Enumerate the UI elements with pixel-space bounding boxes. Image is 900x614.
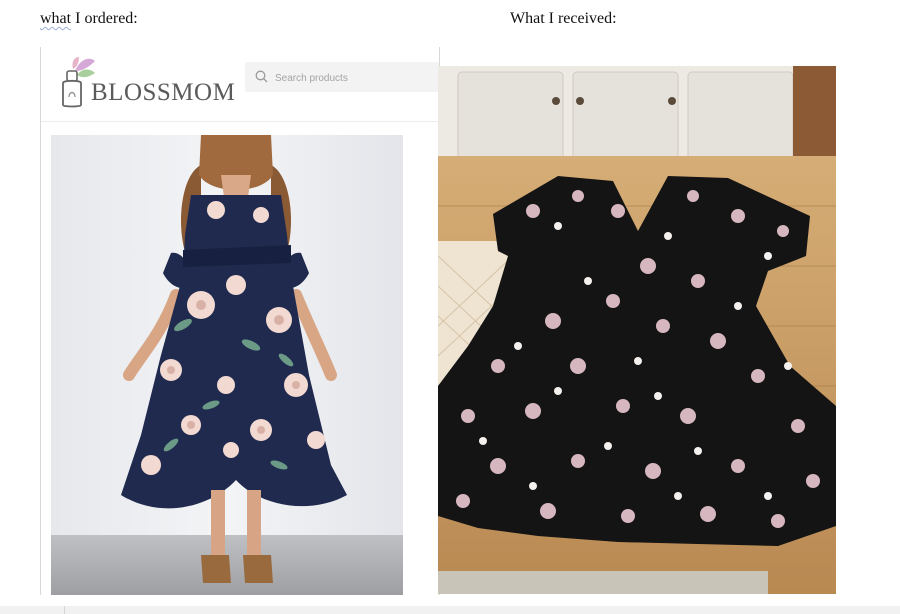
received-caption: What I received: [510, 10, 617, 27]
ordered-dress-photo [51, 135, 403, 595]
shop-screenshot: BLOSSMOM [40, 47, 440, 595]
window-bottom-divider [64, 606, 65, 614]
search-box[interactable] [245, 62, 439, 92]
search-icon [255, 70, 268, 83]
ordered-caption-word: what [40, 10, 72, 27]
ordered-caption-rest: I ordered: [71, 10, 138, 27]
window-bottom-strip [0, 606, 900, 614]
search-input[interactable] [273, 67, 437, 89]
shop-header: BLOSSMOM [41, 47, 439, 122]
brand-logo-text: BLOSSMOM [91, 79, 236, 106]
ordered-caption: what I ordered: [40, 9, 138, 29]
received-dress-photo [438, 66, 836, 594]
